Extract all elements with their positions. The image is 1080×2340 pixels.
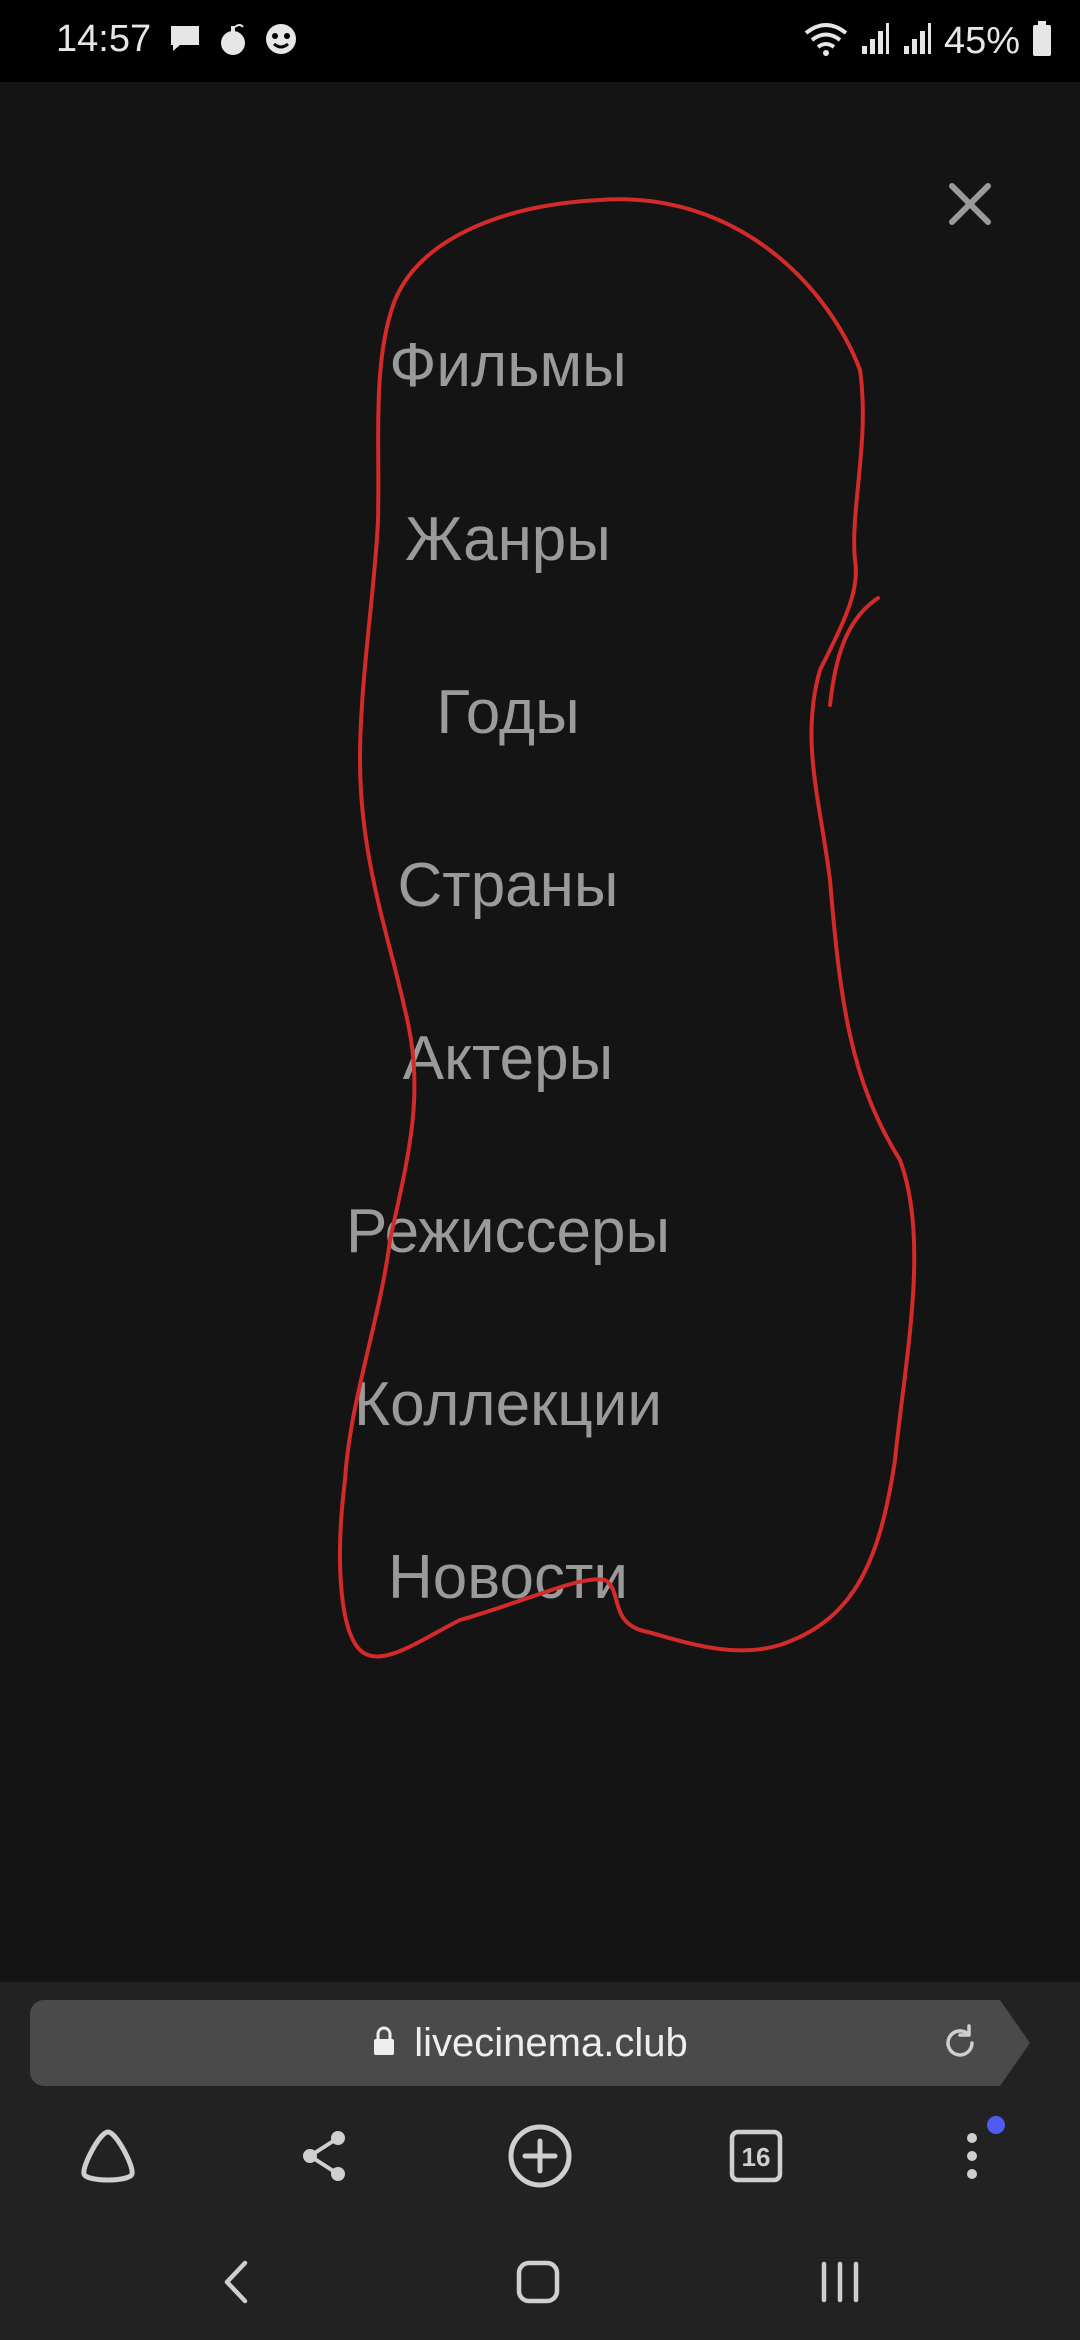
recents-icon [821, 2261, 859, 2303]
more-button[interactable] [932, 2116, 1012, 2196]
tabs-button[interactable]: 16 [716, 2116, 796, 2196]
menu-item-actors[interactable]: Актеры [0, 1019, 1080, 1099]
address-bar[interactable]: livecinema.club [30, 2000, 1030, 2086]
signal-icon [902, 22, 932, 61]
menu-item-directors[interactable]: Режиссеры [0, 1192, 1080, 1272]
add-tab-icon [508, 2124, 572, 2188]
battery-icon [1032, 20, 1052, 62]
tabs-icon: 16 [729, 2129, 783, 2183]
menu-item-genres[interactable]: Жанры [0, 500, 1080, 580]
wifi-icon [804, 21, 848, 62]
back-icon [224, 2260, 248, 2304]
back-button[interactable] [196, 2242, 276, 2322]
menu-item-films[interactable]: Фильмы [0, 326, 1080, 406]
lion-shield-icon [264, 22, 298, 61]
close-button[interactable] [940, 174, 1000, 234]
browser-bar: livecinema.club 16 [0, 1982, 1080, 2218]
browser-toolbar: 16 [0, 2096, 1080, 2218]
more-icon [967, 2133, 977, 2179]
battery-percent: 45% [943, 19, 1020, 62]
share-button[interactable] [284, 2116, 364, 2196]
notification-dot [987, 2116, 1005, 2134]
home-button[interactable] [498, 2242, 578, 2322]
tabs-count: 16 [742, 2142, 771, 2172]
message-icon [168, 23, 202, 60]
menu-item-news[interactable]: Новости [0, 1538, 1080, 1618]
status-time: 14:57 [56, 18, 152, 60]
reload-icon[interactable] [938, 2021, 982, 2065]
menu-item-countries[interactable]: Страны [0, 846, 1080, 926]
alice-button[interactable] [68, 2116, 148, 2196]
url-text: livecinema.club [414, 2020, 688, 2065]
add-tab-button[interactable] [500, 2116, 580, 2196]
status-bar: 14:57 45% [0, 0, 1080, 82]
share-icon [303, 2131, 345, 2181]
lock-icon [372, 2026, 396, 2061]
close-icon [949, 183, 991, 225]
bomb-icon [218, 22, 248, 61]
recents-button[interactable] [800, 2242, 880, 2322]
signal-icon [860, 22, 890, 61]
menu-item-years[interactable]: Годы [0, 673, 1080, 753]
menu-overlay: Фильмы Жанры Годы Страны Актеры Режиссер… [0, 82, 1080, 1982]
home-icon [516, 2260, 560, 2304]
menu-item-collections[interactable]: Коллекции [0, 1365, 1080, 1445]
system-nav-bar [0, 2218, 1080, 2340]
alice-icon [81, 2129, 135, 2183]
